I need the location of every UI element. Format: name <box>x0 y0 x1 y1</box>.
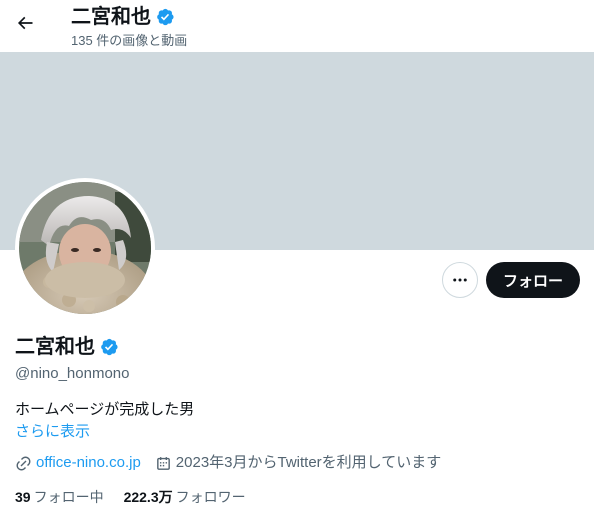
top-bar: 二宮和也 135 件の画像と動画 <box>0 0 594 52</box>
followers-label: フォロワー <box>175 489 246 505</box>
link-icon <box>16 456 31 470</box>
verified-badge-icon <box>157 8 174 26</box>
followers-stat[interactable]: 222.3万 フォロワー <box>124 487 246 507</box>
avatar[interactable] <box>15 178 155 318</box>
verified-badge-icon[interactable] <box>99 337 119 357</box>
joined-item: 2023年3月からTwitterを利用しています <box>155 453 441 473</box>
back-arrow-icon <box>17 16 33 30</box>
follow-stats: 39 フォロー中 222.3万 フォロワー <box>15 487 266 507</box>
following-label: フォロー中 <box>33 489 104 505</box>
followers-count: 222.3万 <box>123 489 173 505</box>
profile-bio: ホームページが完成した男 <box>15 401 195 418</box>
website-link[interactable]: office-nino.co.jp <box>36 453 141 473</box>
back-button[interactable] <box>8 6 42 40</box>
website-item: office-nino.co.jp <box>15 453 141 473</box>
joined-date: 2023年3月からTwitterを利用しています <box>175 454 442 471</box>
follow-button[interactable]: フォロー <box>486 262 580 298</box>
more-options-button[interactable] <box>442 262 478 298</box>
calendar-icon <box>156 456 170 470</box>
header-title: 二宮和也 <box>71 6 151 28</box>
following-stat[interactable]: 39 フォロー中 <box>15 487 104 507</box>
display-name: 二宮和也 <box>15 336 95 358</box>
profile-handle: @nino_honmono <box>15 365 130 382</box>
following-count: 39 <box>15 489 31 505</box>
show-more-link[interactable]: さらに表示 <box>15 422 90 442</box>
media-count: 135 件の画像と動画 <box>71 33 188 48</box>
avatar-image <box>19 182 151 314</box>
more-options-icon <box>453 278 467 282</box>
header-title-row: 二宮和也 <box>71 5 175 29</box>
profile-meta: office-nino.co.jp 2023年3月からTwitterを利用してい… <box>15 453 455 473</box>
profile-name-row: 二宮和也 <box>15 335 119 359</box>
